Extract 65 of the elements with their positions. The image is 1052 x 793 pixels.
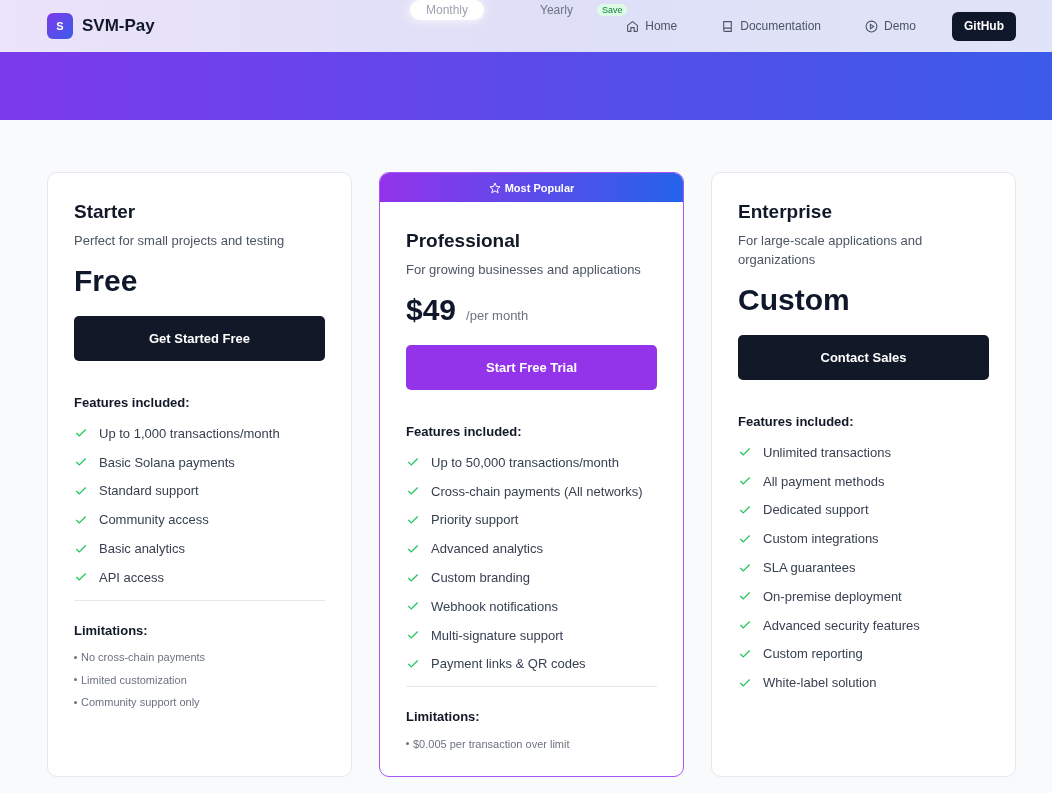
feature-item: Basic Solana payments: [99, 454, 235, 470]
plan-price: Custom: [738, 283, 850, 317]
plan-price: Free: [74, 264, 138, 298]
nav-link[interactable]: Home: [626, 19, 678, 33]
plan-description: For large-scale applications and organizations: [738, 232, 924, 269]
limitation-item: Limited customization: [81, 673, 187, 686]
check-icon: [74, 484, 88, 498]
plan-name: Enterprise: [738, 201, 833, 223]
plan-name: Professional: [406, 230, 522, 252]
feature-item: Up to 1,000 transactions/month: [99, 425, 280, 441]
feature-item: Priority support: [431, 512, 519, 528]
limitation-item: $0.005 per transaction over limit: [413, 737, 570, 750]
book-icon: [721, 19, 735, 33]
bullet-icon: [74, 655, 77, 659]
plan-description: Perfect for small projects and testing: [74, 232, 286, 250]
price-period: /per month: [466, 308, 529, 323]
feature-item: Dedicated support: [763, 502, 869, 518]
feature-item: SLA guarantees: [763, 560, 856, 576]
features-heading: Features included:: [74, 395, 191, 410]
limitation-item: No cross-chain payments: [81, 651, 206, 664]
feature-item: Custom branding: [431, 570, 530, 586]
banner-label: Most Popular: [504, 181, 575, 194]
limitation-item: Community support only: [81, 696, 200, 709]
home-icon: [626, 19, 640, 33]
features-heading: Features included:: [738, 414, 855, 429]
logo-icon: S: [47, 13, 73, 39]
nav-link[interactable]: Demo: [865, 19, 916, 33]
github-button[interactable]: GitHub: [952, 11, 1016, 41]
feature-item: Custom integrations: [763, 531, 879, 547]
play-circle-icon: [865, 19, 878, 33]
feature-item: Multi-signature support: [431, 627, 564, 643]
feature-item: Advanced analytics: [431, 541, 543, 557]
bullet-icon: [74, 678, 77, 682]
feature-item: On-premise deployment: [763, 588, 902, 604]
billing-tab[interactable]: Yearly: [524, 0, 589, 20]
feature-item: All payment methods: [763, 473, 885, 489]
limitations-heading: Limitations:: [406, 709, 481, 725]
feature-item: White-label solution: [763, 675, 877, 691]
feature-item: Standard support: [99, 483, 199, 499]
feature-item: Cross-chain payments (All networks): [431, 483, 643, 499]
save-badge: Save: [596, 4, 628, 16]
plan-cta-button[interactable]: Contact Sales: [738, 335, 989, 380]
plan-description: For growing businesses and applications: [406, 261, 642, 279]
limitations-heading: Limitations:: [74, 622, 149, 638]
feature-item: Community access: [99, 512, 209, 528]
feature-item: Advanced security features: [763, 617, 920, 633]
star-icon: [488, 181, 501, 194]
plan-name: Starter: [74, 201, 137, 223]
brand-name: SVM-Pay: [82, 16, 155, 36]
plan-cta-button[interactable]: Start Free Trial: [406, 345, 657, 390]
feature-item: Payment links & QR codes: [431, 656, 586, 672]
features-heading: Features included:: [406, 424, 523, 439]
feature-item: Unlimited transactions: [763, 444, 891, 460]
bullet-icon: [406, 742, 409, 746]
plan-cta-button[interactable]: Get Started Free: [74, 316, 325, 361]
bullet-icon: [74, 700, 77, 704]
feature-item: API access: [99, 569, 165, 585]
feature-item: Custom reporting: [763, 646, 863, 662]
nav-link[interactable]: Documentation: [721, 19, 821, 33]
check-icon: [406, 513, 420, 527]
plan-price: $49: [406, 293, 457, 327]
feature-item: Basic analytics: [99, 541, 185, 557]
feature-item: Webhook notifications: [431, 598, 558, 614]
check-icon: [738, 503, 752, 517]
feature-item: Up to 50,000 transactions/month: [431, 454, 619, 470]
